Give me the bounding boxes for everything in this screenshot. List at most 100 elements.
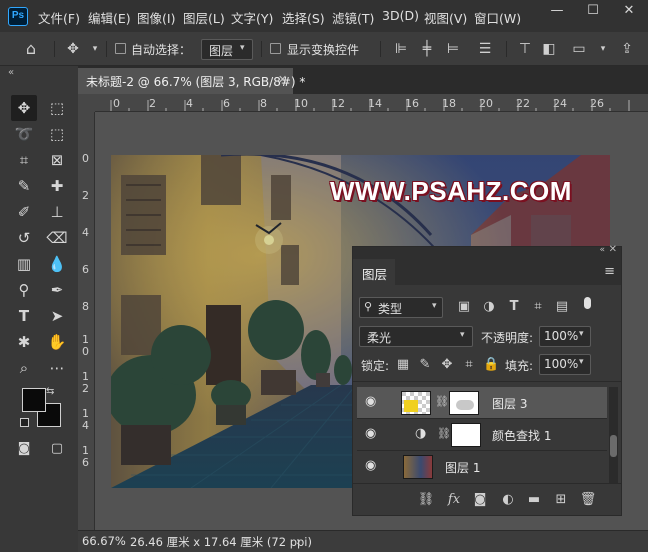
crop-tool-icon[interactable]: ⌗ xyxy=(11,147,37,173)
layers-scrollbar[interactable] xyxy=(609,387,618,483)
default-colors-icon[interactable] xyxy=(20,418,29,427)
photoshop-logo[interactable]: Ps xyxy=(8,7,28,26)
filter-adjustment-icon[interactable]: ◑ xyxy=(481,299,497,315)
collapse-panel-icon[interactable]: « xyxy=(8,67,14,78)
menu-3d[interactable]: 3D(D) xyxy=(382,8,419,23)
layer-mask-thumbnail xyxy=(449,391,479,415)
chevron-down-icon[interactable]: ▾ xyxy=(579,329,584,339)
auto-select-dropdown[interactable]: 图层 ▾ xyxy=(201,39,253,60)
status-menu-icon[interactable]: › xyxy=(296,534,301,548)
delete-layer-icon[interactable]: 🗑 xyxy=(579,491,597,509)
new-layer-icon[interactable]: ⊞ xyxy=(552,491,570,509)
vertical-ruler[interactable]: 0 2 4 6 8 1 0 1 2 1 4 1 6 xyxy=(78,112,95,530)
auto-select-checkbox[interactable] xyxy=(115,43,126,54)
move-tool-icon[interactable]: ✥ xyxy=(64,40,82,58)
blend-mode-dropdown[interactable]: 柔光 ▾ xyxy=(359,326,473,347)
minimize-button[interactable]: — xyxy=(540,2,574,20)
add-mask-icon[interactable]: ◙ xyxy=(471,491,489,509)
lock-position-icon[interactable]: ✥ xyxy=(439,357,455,373)
lasso-tool-icon[interactable]: ➰ xyxy=(11,121,37,147)
horizontal-ruler[interactable]: 0 2 4 6 8 10 12 14 16 18 20 22 24 26 xyxy=(95,94,648,112)
blur-tool-icon[interactable]: 💧 xyxy=(44,251,70,277)
marquee-tool-icon[interactable]: ⬚ xyxy=(44,95,70,121)
maximize-button[interactable]: ☐ xyxy=(576,2,610,20)
menu-edit[interactable]: 编辑(E) xyxy=(88,8,131,27)
menu-select[interactable]: 选择(S) xyxy=(282,8,325,27)
visibility-eye-icon[interactable]: ◉ xyxy=(365,459,381,473)
lock-pixels-icon[interactable]: ✎ xyxy=(417,357,433,373)
show-transform-checkbox[interactable] xyxy=(270,43,281,54)
new-group-icon[interactable]: ▬ xyxy=(525,491,543,509)
layer-filter-dropdown[interactable]: ⚲ 类型 ▾ xyxy=(359,297,443,318)
filter-type-icon[interactable]: T xyxy=(506,299,522,315)
more-tools-icon[interactable]: ⋯ xyxy=(44,355,70,381)
align-top-icon[interactable]: ⊤ xyxy=(516,40,534,58)
distribute-icon[interactable]: ☰ xyxy=(476,40,494,58)
close-tab-icon[interactable]: ✕ xyxy=(278,73,287,86)
foreground-color-swatch[interactable] xyxy=(22,388,46,412)
3d-mode-icon[interactable]: ◧ xyxy=(540,40,558,58)
gradient-tool-icon[interactable]: ▥ xyxy=(11,251,37,277)
layer-row-3[interactable]: ◉ ⛓ 图层 3 xyxy=(357,387,607,418)
document-tab[interactable]: 未标题-2 @ 66.7% (图层 3, RGB/8#) * ✕ xyxy=(78,68,305,94)
chevron-down-icon[interactable]: ▾ xyxy=(86,40,104,58)
filter-toggle-icon[interactable] xyxy=(584,297,591,309)
clone-stamp-tool-icon[interactable]: ⊥ xyxy=(44,199,70,225)
link-layers-icon[interactable]: ⛓ xyxy=(417,491,435,509)
chevron-down-icon[interactable]: ▾ xyxy=(579,357,584,367)
new-adjustment-layer-icon[interactable]: ◐ xyxy=(499,491,517,509)
menu-layer[interactable]: 图层(L) xyxy=(183,8,225,27)
link-icon[interactable]: ⛓ xyxy=(437,427,451,440)
visibility-eye-icon[interactable]: ◉ xyxy=(365,395,381,409)
eraser-tool-icon[interactable]: ⌫ xyxy=(44,225,70,251)
align-right-icon[interactable]: ⊨ xyxy=(444,40,462,58)
menu-filter[interactable]: 滤镜(T) xyxy=(332,8,374,27)
layer-style-icon[interactable]: fx xyxy=(445,491,463,509)
close-button[interactable]: ✕ xyxy=(612,2,646,20)
hand-tool-icon[interactable]: ✋ xyxy=(44,329,70,355)
filter-shape-icon[interactable]: ⌗ xyxy=(530,299,546,315)
align-left-icon[interactable]: ⊫ xyxy=(392,40,410,58)
layer-row-1[interactable]: ◉ 图层 1 xyxy=(357,451,607,482)
collapse-panel-icon[interactable]: « xyxy=(599,245,605,255)
panel-menu-icon[interactable]: ≡ xyxy=(604,264,615,279)
zoom-tool-icon[interactable]: ⌕ xyxy=(11,355,37,381)
eyedropper-tool-icon[interactable]: ✎ xyxy=(11,173,37,199)
swap-colors-icon[interactable]: ⇆ xyxy=(46,386,54,397)
lock-artboard-icon[interactable]: ⌗ xyxy=(461,357,477,373)
arrange-icon[interactable]: ▭ xyxy=(570,40,588,58)
menu-image[interactable]: 图像(I) xyxy=(137,8,175,27)
filter-smart-object-icon[interactable]: ▤ xyxy=(554,299,570,315)
close-panel-icon[interactable]: ✕ xyxy=(609,244,617,255)
menu-type[interactable]: 文字(Y) xyxy=(231,8,273,27)
lock-transparent-icon[interactable]: ▦ xyxy=(395,357,411,373)
menu-view[interactable]: 视图(V) xyxy=(424,8,467,27)
menu-file[interactable]: 文件(F) xyxy=(38,8,80,27)
lock-all-icon[interactable]: 🔒 xyxy=(483,357,499,373)
share-icon[interactable]: ⇪ xyxy=(618,40,636,58)
quick-select-tool-icon[interactable]: ⬚ xyxy=(44,121,70,147)
home-icon[interactable]: ⌂ xyxy=(22,40,40,58)
visibility-eye-icon[interactable]: ◉ xyxy=(365,427,381,441)
move-tool-icon[interactable]: ✥ xyxy=(11,95,37,121)
link-icon[interactable]: ⛓ xyxy=(435,395,449,408)
scrollbar-thumb[interactable] xyxy=(610,435,617,457)
path-selection-tool-icon[interactable]: ➤ xyxy=(44,303,70,329)
shape-tool-icon[interactable]: ✱ xyxy=(11,329,37,355)
filter-pixel-icon[interactable]: ▣ xyxy=(456,299,472,315)
align-center-icon[interactable]: ╪ xyxy=(418,40,436,58)
quick-mask-icon[interactable]: ◙ xyxy=(11,436,37,462)
screen-mode-icon[interactable]: ▢ xyxy=(44,436,70,462)
healing-brush-tool-icon[interactable]: ✚ xyxy=(44,173,70,199)
chevron-down-icon[interactable]: ▾ xyxy=(594,40,612,58)
frame-tool-icon[interactable]: ⊠ xyxy=(44,147,70,173)
layer-row-color-lookup[interactable]: ◉ ◑ ⛓ 颜色查找 1 xyxy=(357,419,607,450)
history-brush-tool-icon[interactable]: ↺ xyxy=(11,225,37,251)
dodge-tool-icon[interactable]: ⚲ xyxy=(11,277,37,303)
brush-tool-icon[interactable]: ✐ xyxy=(11,199,37,225)
menu-window[interactable]: 窗口(W) xyxy=(474,8,521,27)
zoom-level[interactable]: 66.67% xyxy=(82,534,126,548)
tab-layers[interactable]: 图层 xyxy=(353,259,395,285)
type-tool-icon[interactable]: T xyxy=(11,303,37,329)
pen-tool-icon[interactable]: ✒ xyxy=(44,277,70,303)
